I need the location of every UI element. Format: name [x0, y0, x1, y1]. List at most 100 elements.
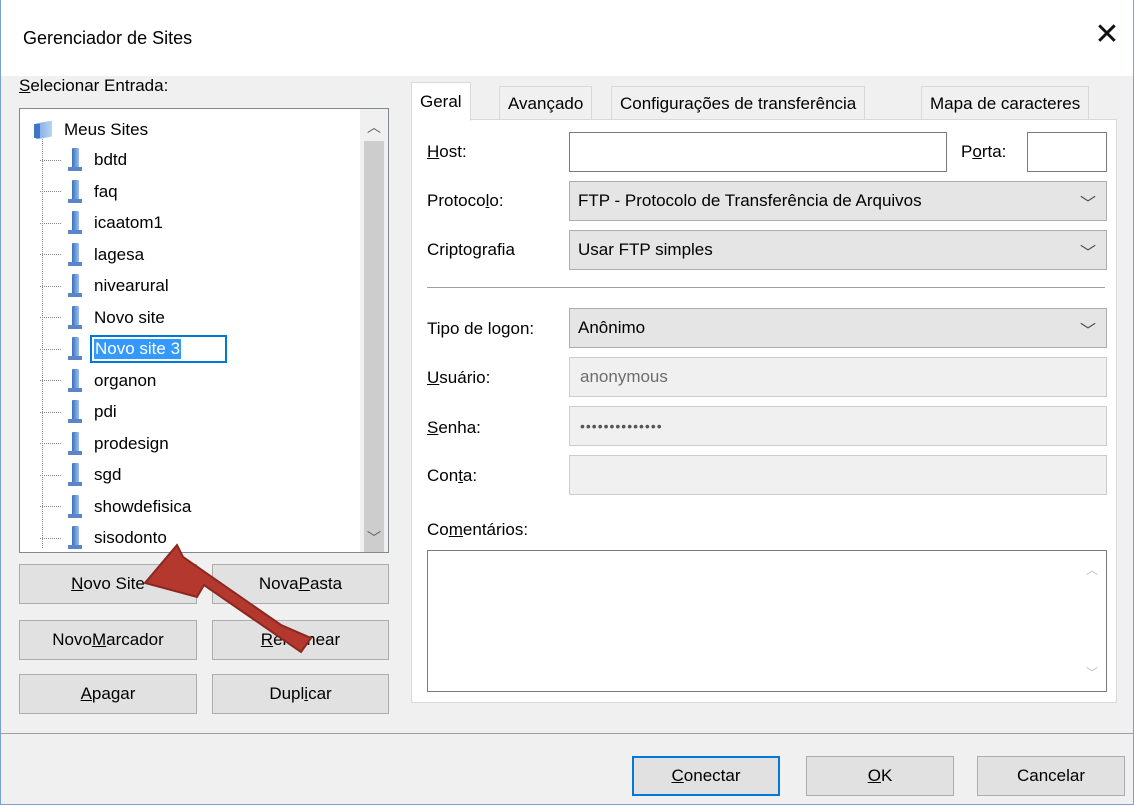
tree-item-site[interactable]: prodesign	[40, 429, 169, 459]
tree-item-site[interactable]: icaatom1	[40, 208, 163, 238]
protocol-select[interactable]: FTP - Protocolo de Transferência de Arqu…	[569, 181, 1107, 221]
account-input[interactable]	[569, 455, 1107, 495]
tree-connector	[40, 443, 62, 444]
new-folder-button[interactable]: Nova Pasta	[212, 564, 389, 604]
server-icon	[68, 368, 82, 393]
tree-item-site[interactable]: sgd	[40, 460, 121, 490]
server-icon	[68, 211, 82, 235]
server-icon	[68, 274, 82, 298]
new-site-button[interactable]: Novo Site	[19, 564, 197, 604]
tree-item-label: organon	[94, 370, 157, 390]
tab-transfer-settings[interactable]: Configurações de transferência	[611, 86, 866, 120]
tree-connector	[40, 254, 62, 255]
tree-connector	[40, 411, 62, 413]
tree-scrollbar[interactable]: ︿ ﹀	[360, 109, 388, 552]
tab-charset[interactable]: Mapa de caracteres	[921, 86, 1090, 120]
tree-root-my-sites[interactable]: Meus Sites	[34, 117, 148, 143]
chevron-down-icon: ﹀	[1079, 323, 1096, 340]
tree-item-label: showdefisica	[94, 496, 192, 516]
tree-item-site[interactable]: sisodonto	[40, 523, 167, 552]
tree-item-label: prodesign	[94, 433, 169, 453]
tree-item-site[interactable]: bdtd	[40, 145, 127, 175]
rename-edit-box[interactable]: Novo site 3	[90, 335, 227, 363]
logon-type-label: Tipo de logon:	[427, 319, 535, 338]
server-icon	[68, 526, 82, 550]
tab-general[interactable]: Geral	[411, 82, 471, 121]
select-entry-label: Selecionar Entrada:	[19, 76, 169, 95]
tree-connector	[40, 348, 62, 350]
logon-type-select[interactable]: Anônimo ﹀	[569, 308, 1107, 348]
encryption-select[interactable]: Usar FTP simples ﹀	[569, 230, 1107, 270]
new-bookmark-button[interactable]: Novo Marcador	[19, 620, 197, 660]
tab-advanced[interactable]: Avançado	[499, 86, 593, 120]
delete-button[interactable]: Apagar	[19, 674, 197, 714]
user-label: Usuário:	[427, 368, 491, 387]
divider	[427, 287, 1105, 288]
tree-item-label: Novo site	[94, 307, 165, 327]
tree-item-label: bdtd	[94, 150, 128, 169]
scroll-down-icon: ﹀	[1085, 666, 1098, 680]
tree-item-label: sgd	[94, 465, 122, 484]
server-icon	[68, 494, 82, 519]
server-icon	[68, 463, 82, 487]
tree-item-site[interactable]: faq	[40, 177, 118, 207]
password-input[interactable]: ••••••••••••••	[569, 406, 1107, 446]
comments-textarea[interactable]: ︿ ﹀	[427, 550, 1107, 692]
scroll-up-icon: ︿	[1085, 563, 1098, 577]
scroll-thumb[interactable]	[364, 141, 384, 552]
server-icon	[68, 305, 82, 330]
window-title: Gerenciador de Sites	[23, 28, 193, 48]
encryption-label: Criptografia	[427, 240, 515, 259]
server-icon	[68, 431, 82, 456]
chevron-down-icon: ﹀	[1079, 245, 1096, 262]
tree-item-site[interactable]: lagesa	[40, 240, 144, 270]
title-bar: Gerenciador de Sites ✕	[1, 0, 1133, 76]
comments-label: Comentários:	[427, 520, 529, 539]
ok-button[interactable]: OK	[806, 756, 954, 796]
footer-divider	[1, 733, 1133, 734]
tree-item-site[interactable]: organon	[40, 366, 156, 396]
tree-connector	[40, 506, 62, 507]
tree-item-site[interactable]: Novo site	[40, 303, 165, 333]
port-input[interactable]	[1027, 132, 1107, 172]
cancel-button[interactable]: Cancelar	[977, 756, 1125, 796]
scroll-down-icon[interactable]: ﹀	[360, 524, 388, 552]
server-icon	[68, 242, 82, 267]
folder-icon	[34, 121, 54, 139]
tree-item-site[interactable]: nivearural	[40, 271, 169, 301]
host-label: Host:	[427, 142, 467, 161]
tree-item-label: lagesa	[94, 244, 145, 264]
tree-item-label: nivearural	[94, 276, 169, 295]
server-icon	[68, 400, 82, 424]
tree-item-site[interactable]: Novo site 3	[40, 334, 227, 364]
tree-connector	[40, 317, 62, 318]
scroll-up-icon[interactable]: ︿	[360, 113, 388, 141]
tree-item-label: faq	[94, 181, 118, 201]
tree-item-label: sisodonto	[94, 528, 167, 547]
duplicate-button[interactable]: Dupl i car	[212, 674, 389, 714]
server-icon	[68, 337, 82, 361]
tree-item-label: Novo site 3	[94, 339, 182, 359]
close-icon[interactable]: ✕	[1087, 16, 1127, 52]
port-label: Porta:	[961, 142, 1007, 161]
tree-item-label: pdi	[94, 402, 117, 421]
tree-connector	[40, 285, 62, 287]
site-tree[interactable]: Meus Sites bdtd faq icaatom1 lagesa nivearur…	[19, 108, 389, 553]
chevron-down-icon: ﹀	[1079, 196, 1096, 213]
tree-connector	[40, 380, 62, 381]
tree-connector	[40, 537, 62, 539]
server-icon	[68, 179, 82, 204]
site-manager-dialog: Gerenciador de Sites ✕ Selecionar Entrad…	[0, 0, 1134, 805]
tree-connector	[40, 191, 62, 192]
tree-item-site[interactable]: pdi	[40, 397, 117, 427]
tree-item-site[interactable]: showdefisica	[40, 492, 191, 522]
tree-item-label: icaatom1	[94, 213, 163, 232]
connect-button[interactable]: Conectar	[632, 756, 780, 796]
tree-connector	[40, 222, 62, 224]
host-input[interactable]	[569, 132, 947, 172]
rename-button[interactable]: Renomear	[212, 620, 389, 660]
tree-connector	[40, 159, 62, 161]
account-label: Conta:	[427, 466, 478, 485]
password-label: Senha:	[427, 418, 481, 437]
user-input[interactable]: anonymous	[569, 357, 1107, 397]
